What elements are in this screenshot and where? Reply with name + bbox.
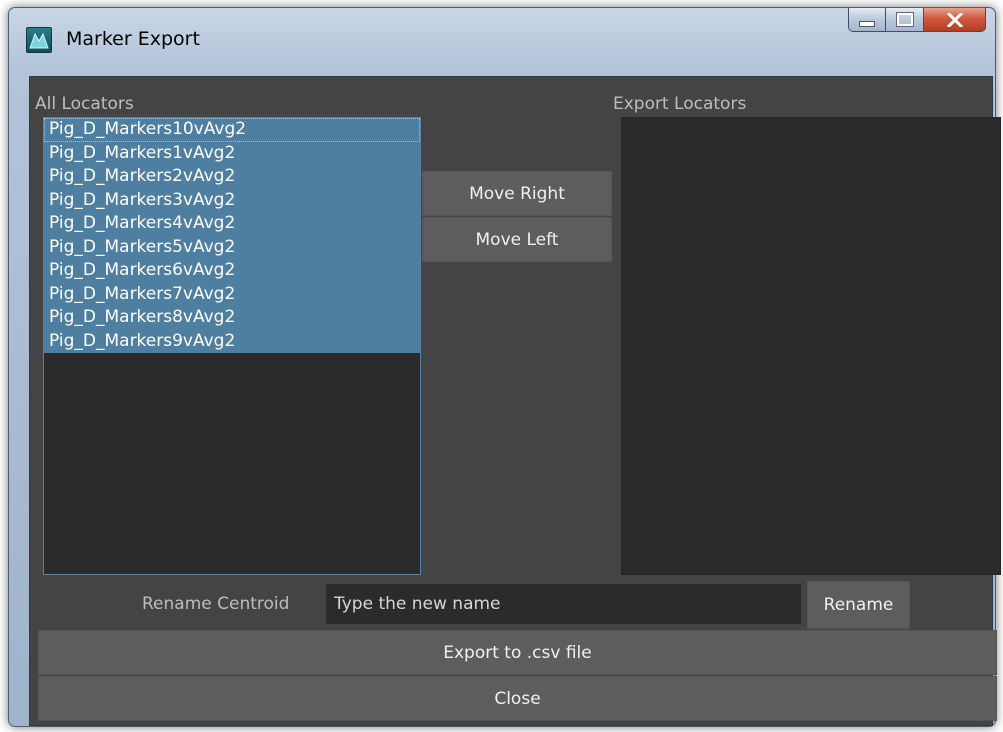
all-locators-list[interactable]: Pig_D_Markers10vAvg2 Pig_D_Markers1vAvg2 P… [43,117,421,575]
window-title: Marker Export [66,28,200,50]
window-close-button[interactable] [924,8,986,32]
dialog-body: All Locators Export Locators Pig_D_Marke… [29,76,1001,726]
list-item[interactable]: Pig_D_Markers1vAvg2 [44,141,420,165]
rename-centroid-label: Rename Centroid [142,594,290,614]
move-left-button[interactable]: Move Left [422,217,612,262]
window-controls [848,8,986,32]
marker-export-window: Marker Export All Locators Export Locato… [8,7,1001,727]
close-button[interactable]: Close [38,676,997,721]
close-icon [946,12,963,27]
minimize-button[interactable] [848,8,886,32]
list-item[interactable]: Pig_D_Markers10vAvg2 [44,118,420,142]
export-csv-button[interactable]: Export to .csv file [38,630,997,675]
maximize-button[interactable] [886,8,924,32]
list-item[interactable]: Pig_D_Markers5vAvg2 [44,235,420,259]
move-right-button[interactable]: Move Right [422,171,612,216]
maya-app-icon [26,27,52,53]
export-locators-list[interactable] [621,117,1001,575]
maximize-icon [895,12,914,27]
list-item[interactable]: Pig_D_Markers3vAvg2 [44,188,420,212]
list-item[interactable]: Pig_D_Markers8vAvg2 [44,306,420,330]
rename-button[interactable]: Rename [807,581,910,629]
minimize-icon [859,20,875,27]
rename-centroid-input[interactable] [326,584,801,624]
list-item[interactable]: Pig_D_Markers4vAvg2 [44,212,420,236]
list-item[interactable]: Pig_D_Markers7vAvg2 [44,282,420,306]
export-locators-label: Export Locators [613,94,747,114]
list-item[interactable]: Pig_D_Markers2vAvg2 [44,165,420,189]
all-locators-label: All Locators [35,94,134,114]
list-item[interactable]: Pig_D_Markers9vAvg2 [44,329,420,353]
list-item[interactable]: Pig_D_Markers6vAvg2 [44,259,420,283]
